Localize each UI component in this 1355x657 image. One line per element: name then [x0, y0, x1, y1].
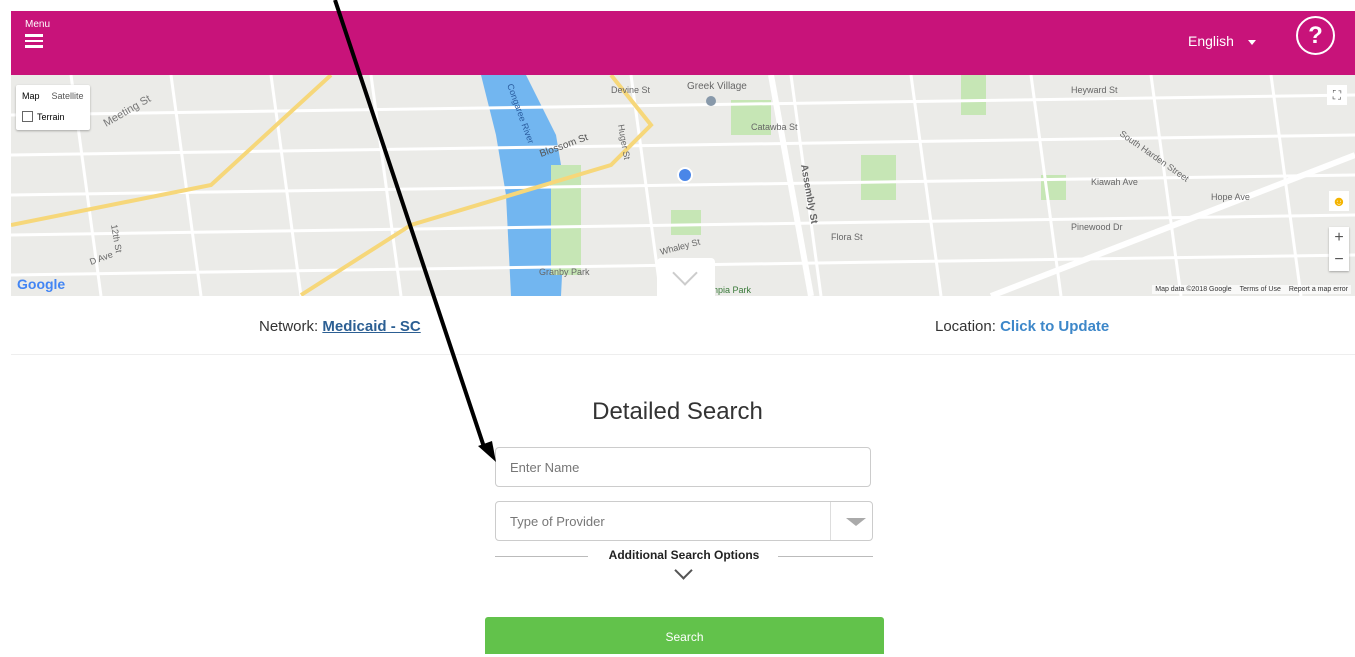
map-tab[interactable]: Map: [16, 85, 46, 107]
hamburger-icon: [25, 34, 43, 51]
menu-button[interactable]: Menu: [25, 19, 65, 59]
provider-type-select[interactable]: Type of Provider: [495, 501, 873, 541]
divider-left: [495, 556, 588, 557]
additional-options-toggle[interactable]: Additional Search Options: [596, 548, 772, 562]
svg-text:D Ave: D Ave: [88, 249, 114, 267]
map-footer: Map data ©2018 Google Terms of Use Repor…: [1152, 285, 1351, 294]
info-bar: Network: Medicaid - SC Location: Click t…: [11, 296, 1355, 355]
pegman-icon[interactable]: ☻: [1329, 191, 1349, 211]
menu-label: Menu: [25, 19, 51, 30]
chevron-down-icon: [672, 260, 698, 286]
terrain-toggle[interactable]: Terrain: [16, 107, 90, 130]
network-info: Network: Medicaid - SC: [259, 318, 421, 335]
map-type-control: Map Satellite Terrain: [16, 85, 90, 130]
divider-right: [778, 556, 873, 557]
map-collapse-button[interactable]: [657, 258, 715, 296]
svg-text:Kiawah Ave: Kiawah Ave: [1091, 177, 1138, 187]
svg-text:Catawba St: Catawba St: [751, 122, 798, 132]
page-title: Detailed Search: [592, 398, 763, 425]
svg-text:Granby Park: Granby Park: [539, 267, 590, 277]
help-button[interactable]: ?: [1296, 16, 1335, 55]
zoom-out-button[interactable]: −: [1329, 249, 1349, 271]
fullscreen-icon[interactable]: ⛶: [1327, 85, 1347, 105]
terms-link[interactable]: Terms of Use: [1240, 286, 1281, 293]
terrain-checkbox[interactable]: [22, 111, 33, 122]
location-update-link[interactable]: Click to Update: [1000, 318, 1109, 335]
network-link[interactable]: Medicaid - SC: [322, 318, 420, 335]
svg-text:Meeting St: Meeting St: [102, 93, 154, 130]
satellite-tab[interactable]: Satellite: [46, 85, 90, 107]
caret-down-icon: [1247, 39, 1256, 45]
name-input[interactable]: [495, 447, 871, 487]
svg-text:Greek Village: Greek Village: [687, 81, 747, 92]
google-logo: Google: [17, 276, 66, 292]
location-label: Location:: [935, 318, 996, 335]
map-view[interactable]: Meeting St Blossom St Congaree River Hug…: [11, 75, 1355, 296]
svg-text:Devine St: Devine St: [611, 85, 651, 95]
svg-text:Heyward St: Heyward St: [1071, 85, 1118, 95]
language-label: English: [1188, 33, 1234, 49]
zoom-control: + −: [1329, 227, 1349, 271]
svg-text:Assembly St: Assembly St: [798, 164, 819, 226]
svg-text:Flora St: Flora St: [831, 232, 863, 242]
svg-text:Pinewood Dr: Pinewood Dr: [1071, 222, 1123, 232]
map-data-text: Map data ©2018 Google: [1155, 286, 1232, 293]
dropdown-arrow-icon[interactable]: [846, 518, 866, 526]
provider-type-placeholder: Type of Provider: [510, 514, 605, 529]
location-info: Location: Click to Update: [935, 318, 1109, 335]
select-divider: [830, 502, 831, 540]
terrain-label: Terrain: [37, 111, 65, 122]
top-header: Menu English ?: [11, 11, 1355, 75]
svg-text:Whaley St: Whaley St: [659, 237, 702, 257]
report-error-link[interactable]: Report a map error: [1289, 286, 1348, 293]
svg-text:12th St: 12th St: [109, 224, 124, 254]
search-button[interactable]: Search: [485, 617, 884, 654]
language-select[interactable]: English: [1188, 33, 1256, 49]
svg-text:Hope Ave: Hope Ave: [1211, 192, 1250, 202]
network-label: Network:: [259, 318, 319, 335]
zoom-in-button[interactable]: +: [1329, 227, 1349, 249]
chevron-down-icon[interactable]: [674, 561, 693, 580]
